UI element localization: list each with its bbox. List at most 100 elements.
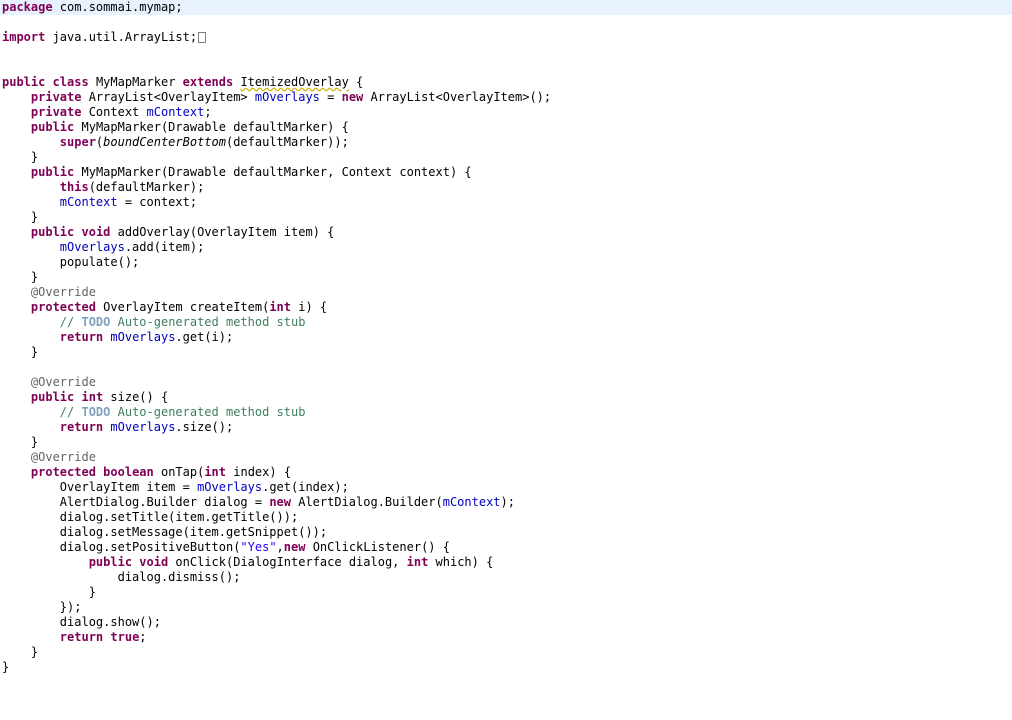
code-line[interactable]: return true; — [2, 630, 1012, 645]
code-token: ); — [500, 495, 515, 509]
code-line[interactable]: ​ — [2, 60, 1012, 75]
code-line[interactable]: this(defaultMarker); — [2, 180, 1012, 195]
code-line[interactable]: AlertDialog.Builder dialog = new AlertDi… — [2, 495, 1012, 510]
code-token: which) { — [428, 555, 494, 569]
code-token: Auto-generated method stub — [110, 405, 306, 419]
code-line[interactable]: mOverlays.add(item); — [2, 240, 1012, 255]
code-line[interactable]: public MyMapMarker(Drawable defaultMarke… — [2, 120, 1012, 135]
code-line[interactable]: public void onClick(DialogInterface dial… — [2, 555, 1012, 570]
code-line[interactable]: } — [2, 210, 1012, 225]
code-token: true — [110, 630, 140, 644]
code-token: mContext — [442, 495, 501, 509]
code-line[interactable]: // TODO Auto-generated method stub — [2, 315, 1012, 330]
code-token: private — [30, 90, 82, 104]
code-token: @Override — [30, 285, 96, 299]
code-token: public — [30, 120, 75, 134]
code-token: int — [269, 300, 292, 314]
code-line[interactable]: // TODO Auto-generated method stub — [2, 405, 1012, 420]
code-line[interactable]: public MyMapMarker(Drawable defaultMarke… — [2, 165, 1012, 180]
code-line[interactable]: OverlayItem item = mOverlays.get(index); — [2, 480, 1012, 495]
code-line[interactable]: import java.util.ArrayList; — [2, 30, 1012, 45]
code-token: public — [30, 165, 75, 179]
code-token: new — [341, 90, 364, 104]
code-line[interactable]: } — [2, 270, 1012, 285]
code-token: void — [139, 555, 169, 569]
code-line[interactable]: } — [2, 660, 1012, 675]
code-token: int — [204, 465, 227, 479]
code-token: Context — [81, 105, 147, 119]
code-line[interactable]: dialog.setMessage(item.getSnippet()); — [2, 525, 1012, 540]
code-line[interactable]: dialog.setPositiveButton("Yes",new OnCli… — [2, 540, 1012, 555]
code-line[interactable]: @Override — [2, 375, 1012, 390]
code-token: = context; — [117, 195, 198, 209]
code-line[interactable]: dialog.dismiss(); — [2, 570, 1012, 585]
code-token: dialog.dismiss(); — [2, 570, 241, 584]
code-token: (defaultMarker)); — [225, 135, 349, 149]
code-line[interactable]: protected OverlayItem createItem(int i) … — [2, 300, 1012, 315]
code-line[interactable]: @Override — [2, 450, 1012, 465]
code-line[interactable]: private ArrayList<OverlayItem> mOverlays… — [2, 90, 1012, 105]
code-line[interactable]: ​ — [2, 15, 1012, 30]
code-token: OverlayItem item = — [2, 480, 198, 494]
code-line[interactable]: mContext = context; — [2, 195, 1012, 210]
code-line[interactable]: private Context mContext; — [2, 105, 1012, 120]
code-token: } — [2, 585, 96, 599]
code-token: private — [30, 105, 82, 119]
code-line[interactable]: } — [2, 435, 1012, 450]
code-token: dialog.show(); — [2, 615, 161, 629]
code-token: i) { — [291, 300, 328, 314]
code-line[interactable]: } — [2, 150, 1012, 165]
code-token: } — [2, 210, 39, 224]
code-token: super — [59, 135, 96, 149]
code-token: index) { — [226, 465, 292, 479]
code-token: ArrayList<OverlayItem> — [81, 90, 255, 104]
code-line[interactable]: }); — [2, 600, 1012, 615]
code-token: AlertDialog.Builder( — [291, 495, 443, 509]
code-token: protected — [30, 465, 96, 479]
code-token: // — [59, 405, 82, 419]
code-line[interactable]: package com.sommai.mymap; — [0, 0, 1012, 15]
code-token: .get(index); — [262, 480, 349, 494]
code-token: , — [276, 540, 284, 554]
code-token: package — [2, 0, 53, 14]
code-line[interactable]: return mOverlays.size(); — [2, 420, 1012, 435]
collapsed-imports-icon[interactable] — [198, 32, 207, 43]
code-line[interactable]: public void addOverlay(OverlayItem item)… — [2, 225, 1012, 240]
code-line[interactable]: dialog.show(); — [2, 615, 1012, 630]
code-token: extends — [182, 75, 234, 89]
code-line[interactable]: @Override — [2, 285, 1012, 300]
code-line[interactable]: } — [2, 585, 1012, 600]
code-line[interactable]: ​ — [2, 360, 1012, 375]
code-line[interactable]: } — [2, 645, 1012, 660]
code-token: ; — [139, 630, 147, 644]
code-token: size() { — [103, 390, 169, 404]
code-line[interactable]: populate(); — [2, 255, 1012, 270]
code-token: .size(); — [175, 420, 234, 434]
code-line[interactable]: super(boundCenterBottom(defaultMarker)); — [2, 135, 1012, 150]
code-token: TODO — [81, 405, 111, 419]
code-line[interactable]: ​ — [2, 45, 1012, 60]
code-line[interactable]: public class MyMapMarker extends Itemize… — [2, 75, 1012, 90]
code-editor[interactable]: package com.sommai.mymap;​import java.ut… — [0, 0, 1012, 720]
code-token: } — [2, 435, 39, 449]
code-line[interactable]: protected boolean onTap(int index) { — [2, 465, 1012, 480]
code-text-area[interactable]: package com.sommai.mymap;​import java.ut… — [0, 0, 1012, 675]
code-token: OverlayItem createItem( — [95, 300, 270, 314]
code-line[interactable]: return mOverlays.get(i); — [2, 330, 1012, 345]
code-token: dialog.setTitle(item.getTitle()); — [2, 510, 299, 524]
code-line[interactable]: } — [2, 345, 1012, 360]
code-token: .get(i); — [175, 330, 234, 344]
code-line[interactable]: public int size() { — [2, 390, 1012, 405]
code-token: OnClickListener() { — [305, 540, 450, 554]
code-line[interactable]: dialog.setTitle(item.getTitle()); — [2, 510, 1012, 525]
